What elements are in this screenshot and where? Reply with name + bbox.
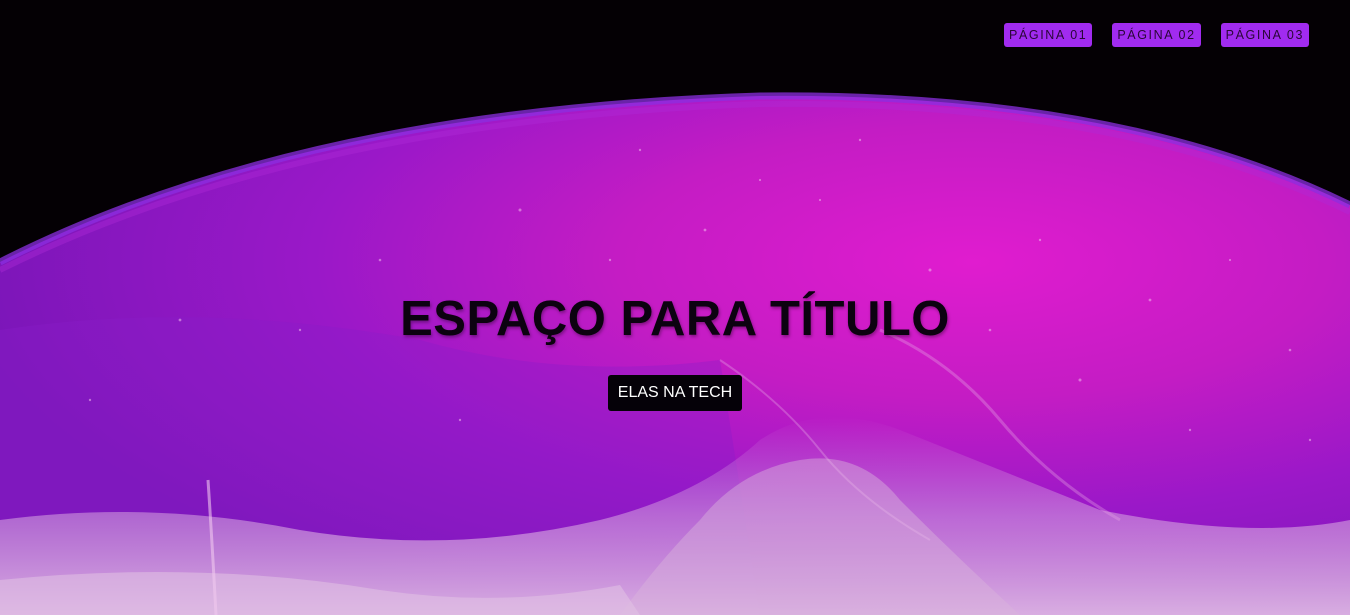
hero-title: ESPAÇO PARA TÍTULO <box>400 292 950 346</box>
nav-pagina-03-button[interactable]: PÁGINA 03 <box>1220 23 1309 47</box>
nav-pagina-01-button[interactable]: PÁGINA 01 <box>1004 23 1093 47</box>
elas-na-tech-button[interactable]: ELAS NA TECH <box>607 375 743 411</box>
cta-container: ELAS NA TECH <box>0 375 1350 411</box>
top-navigation: PÁGINA 01 PÁGINA 02 PÁGINA 03 <box>1004 23 1309 47</box>
nav-pagina-02-button[interactable]: PÁGINA 02 <box>1112 23 1201 47</box>
hero-section: PÁGINA 01 PÁGINA 02 PÁGINA 03 ESPAÇO PAR… <box>0 0 1350 615</box>
